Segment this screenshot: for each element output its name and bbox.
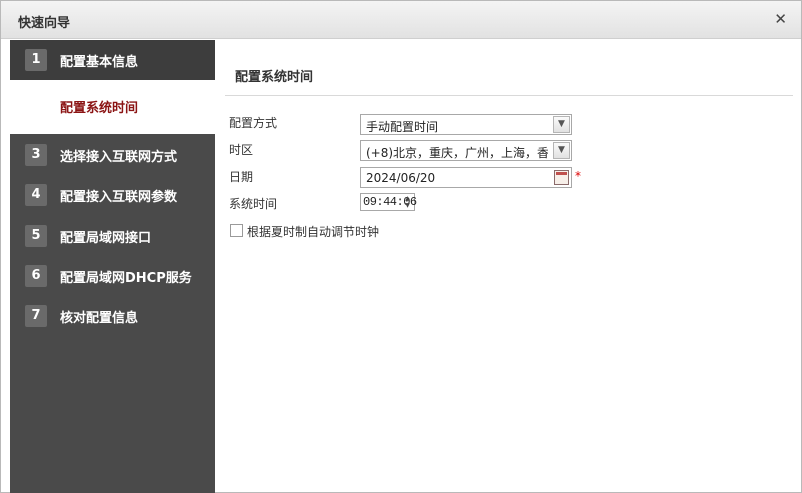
close-icon[interactable]: ✕: [774, 11, 787, 27]
step-number: 6: [25, 265, 47, 287]
step-number: 2: [31, 92, 41, 107]
step-1[interactable]: 1 配置基本信息: [10, 40, 215, 80]
calendar-icon[interactable]: [554, 170, 569, 185]
dst-checkbox-label[interactable]: 根据夏时制自动调节时钟: [247, 223, 379, 240]
date-value: 2024/06/20: [366, 171, 436, 185]
quick-wizard-dialog: 快速向导 ✕ 1 配置基本信息 2 配置系统时间 3 选择接入互联网方式 4 配…: [0, 0, 802, 493]
config-mode-select[interactable]: 手动配置时间 ▼: [360, 114, 572, 135]
step-label: 配置系统时间: [60, 101, 139, 116]
step-label: 核对配置信息: [60, 311, 139, 326]
timezone-select[interactable]: (+8)北京，重庆，广州，上海，香港，台北 ▼: [360, 140, 572, 161]
main-panel: 配置系统时间 配置方式 手动配置时间 ▼ 时区 (+8)北京，重庆，广州，上海，…: [215, 40, 801, 492]
dialog-title: 快速向导: [18, 16, 71, 31]
step-number: 4: [25, 184, 47, 206]
step-label: 配置接入互联网参数: [60, 190, 178, 205]
step-label: 配置基本信息: [60, 55, 139, 70]
step-5[interactable]: 5 配置局域网接口: [10, 216, 215, 256]
step-2[interactable]: 2 配置系统时间: [10, 80, 215, 134]
timezone-value: (+8)北京，重庆，广州，上海，香港，台北: [366, 146, 548, 160]
step-label: 配置局域网接口: [60, 231, 152, 246]
step-label: 选择接入互联网方式: [60, 150, 178, 165]
wizard-steps-sidebar: 1 配置基本信息 2 配置系统时间 3 选择接入互联网方式 4 配置接入互联网参…: [10, 40, 215, 493]
step-6[interactable]: 6 配置局域网DHCP服务: [10, 256, 215, 296]
step-4[interactable]: 4 配置接入互联网参数: [10, 175, 215, 215]
step-3[interactable]: 3 选择接入互联网方式: [10, 135, 215, 175]
config-mode-label: 配置方式: [229, 116, 278, 130]
dialog-titlebar: 快速向导 ✕: [1, 1, 801, 39]
date-input[interactable]: 2024/06/20: [360, 167, 572, 188]
time-spinner[interactable]: ▲ ▼: [402, 195, 413, 209]
step-number: 3: [25, 144, 47, 166]
chevron-down-icon[interactable]: ▼: [553, 116, 570, 133]
step-number: 5: [25, 225, 47, 247]
step-7[interactable]: 7 核对配置信息: [10, 296, 215, 336]
step-number: 1: [25, 49, 47, 71]
system-time-input[interactable]: 09:44:06 ▲ ▼: [360, 193, 417, 211]
required-mark: *: [575, 169, 581, 183]
config-mode-value: 手动配置时间: [366, 120, 439, 134]
chevron-down-icon[interactable]: ▼: [553, 142, 570, 159]
date-label: 日期: [229, 170, 254, 184]
section-title: 配置系统时间: [235, 70, 314, 85]
timezone-label: 时区: [229, 143, 254, 157]
step-label: 配置局域网DHCP服务: [60, 271, 192, 286]
dst-checkbox[interactable]: [230, 224, 243, 237]
spin-down-icon[interactable]: ▼: [402, 202, 413, 209]
section-divider: [225, 95, 793, 96]
system-time-label: 系统时间: [229, 197, 278, 211]
spin-up-icon[interactable]: ▲: [402, 195, 413, 202]
step-number: 7: [25, 305, 47, 327]
